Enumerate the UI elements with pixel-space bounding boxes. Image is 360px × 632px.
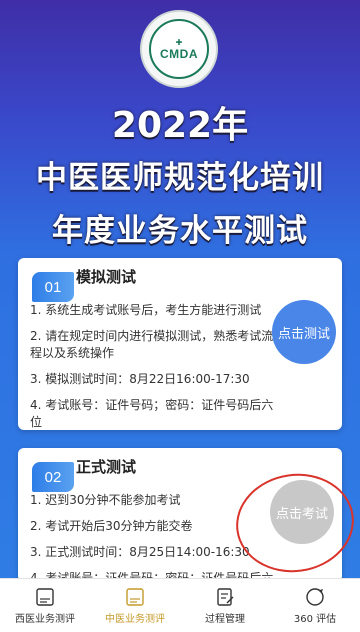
mock-test-card: 01 模拟测试 1. 系统生成考试账号后，考生方能进行测试 2. 请在规定时间内…: [18, 258, 342, 430]
tab-chinese-medicine[interactable]: 中医业务测评: [90, 579, 180, 632]
tab-label: 360 评估: [293, 613, 337, 625]
western-medicine-icon: [34, 587, 56, 607]
card-title: 模拟测试: [76, 268, 137, 286]
cmda-logo: ✚ CMDA: [140, 10, 218, 88]
chinese-medicine-icon: [124, 587, 146, 607]
process-management-icon: [214, 587, 236, 607]
list-item: 4. 考试账号：证件号码；密码：证件号码后六位: [30, 398, 274, 429]
card-number-badge: 02: [32, 462, 74, 492]
tab-label: 西医业务测评: [15, 613, 75, 625]
title-line-2: 中医医师规范化培训: [36, 160, 324, 196]
tab-label: 中医业务测评: [105, 613, 165, 625]
logo-text: CMDA: [160, 46, 198, 61]
tab-label: 过程管理: [205, 613, 245, 625]
start-mock-test-button[interactable]: 点击测试: [272, 300, 336, 364]
tab-360-evaluation[interactable]: 360 评估: [270, 579, 360, 632]
card-number-badge: 01: [32, 272, 74, 302]
list-item: 2. 请在规定时间内进行模拟测试，熟悉考试流程以及系统操作: [30, 329, 274, 360]
tab-western-medicine[interactable]: 西医业务测评: [0, 579, 90, 632]
360-evaluation-icon: [304, 587, 326, 607]
list-item: 3. 模拟测试时间：8月22日16:00-17:30: [30, 372, 250, 386]
title-year: 2022年: [111, 105, 249, 146]
card-item-list: 1. 系统生成考试账号后，考生方能进行测试 2. 请在规定时间内进行模拟测试，熟…: [30, 302, 280, 440]
card-title: 正式测试: [76, 458, 137, 476]
bottom-tab-bar: 西医业务测评 中医业务测评 过程管理 360 评估: [0, 578, 360, 632]
tab-process-management[interactable]: 过程管理: [180, 579, 270, 632]
title-line-3: 年度业务水平测试: [52, 213, 308, 249]
list-item: 1. 系统生成考试账号后，考生方能进行测试: [30, 303, 262, 317]
logo-emblem-icon: ✚: [175, 37, 183, 47]
